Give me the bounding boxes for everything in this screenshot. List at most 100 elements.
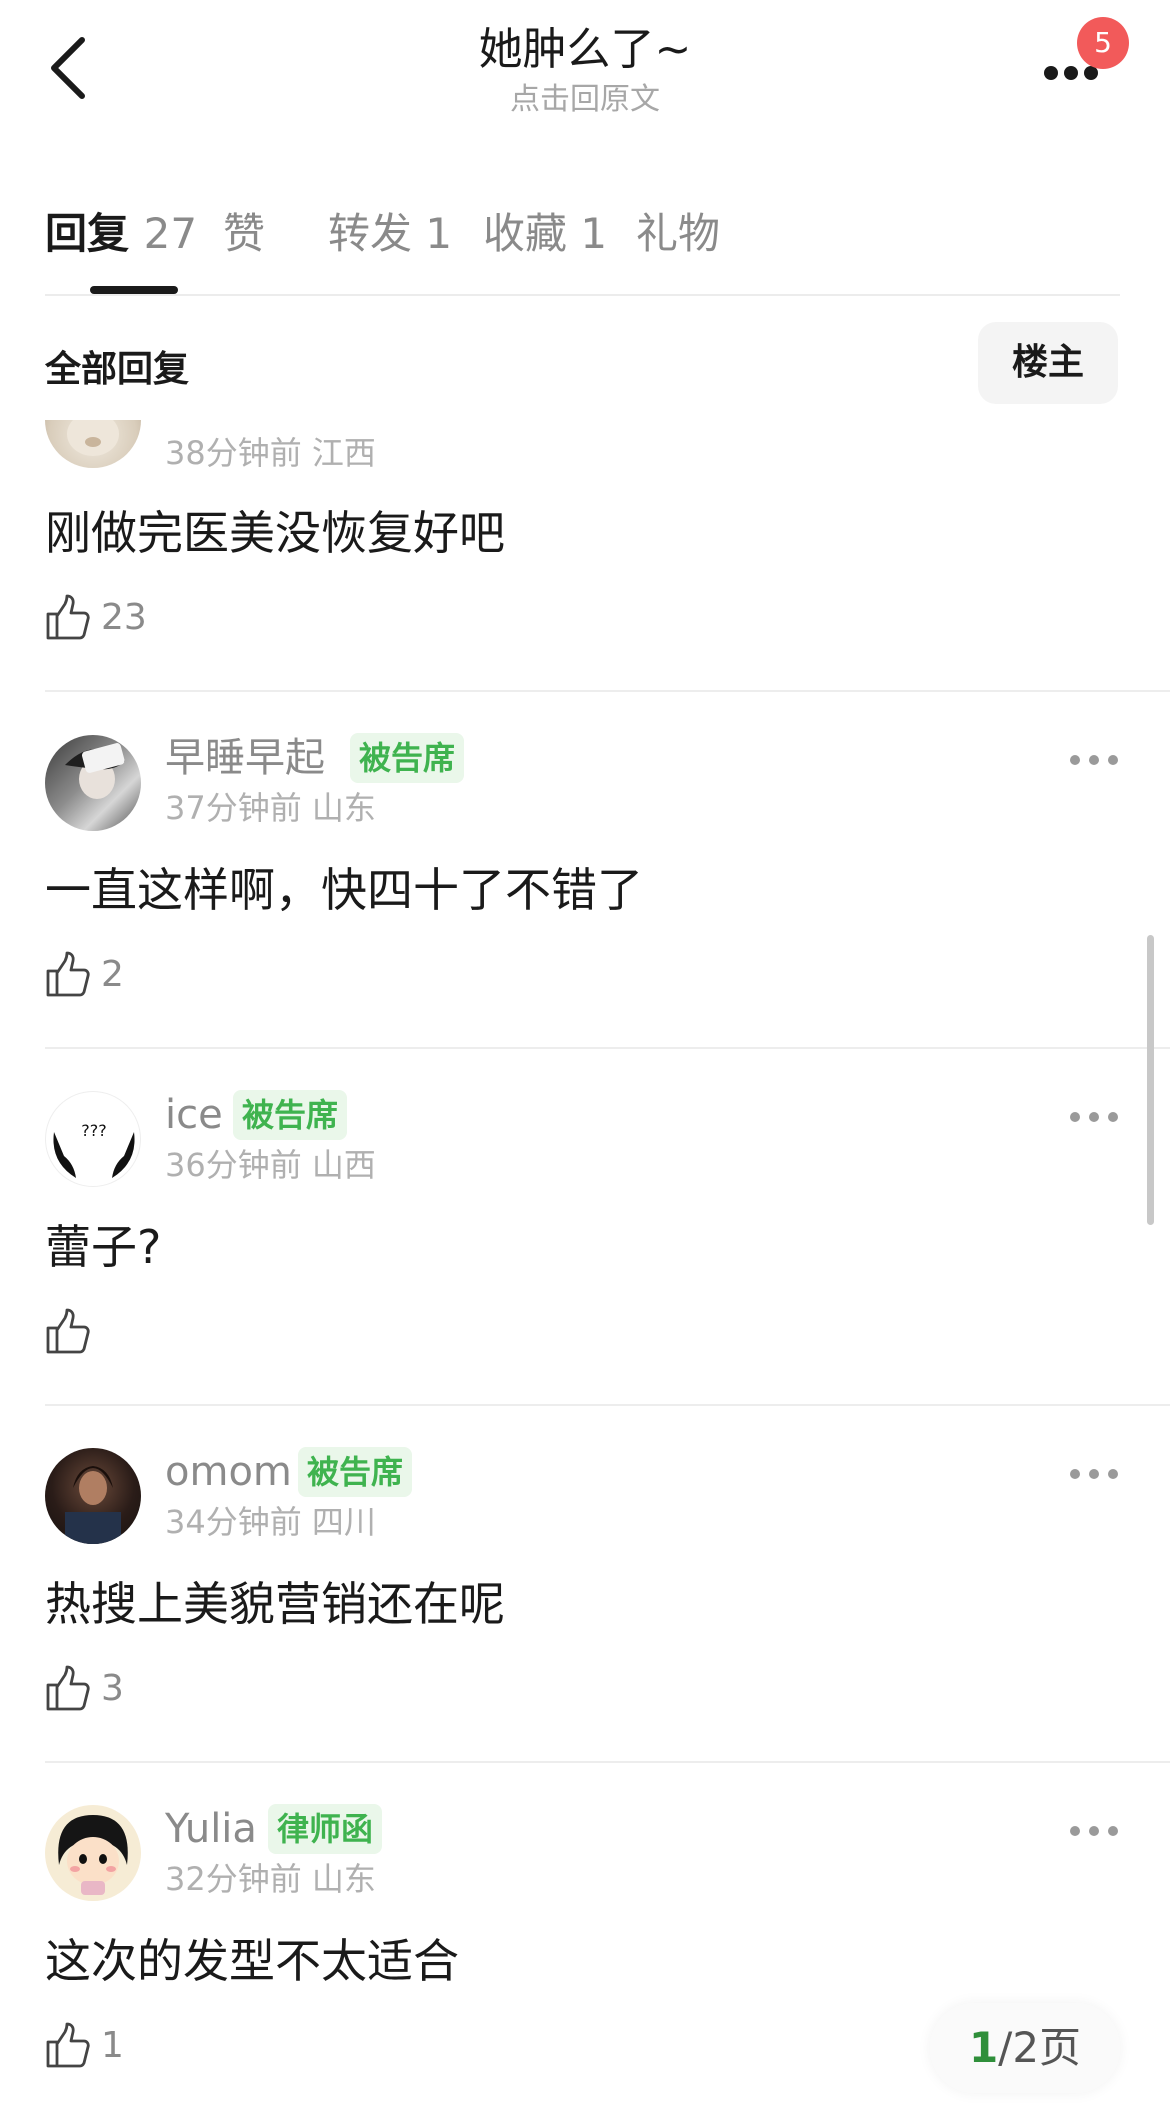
comment-username[interactable]: 早睡早起	[165, 733, 325, 783]
avatar[interactable]	[45, 1805, 141, 1901]
comment-text[interactable]: 蕾子?	[45, 1217, 161, 1277]
avatar[interactable]	[45, 735, 141, 831]
more-dot-icon	[1108, 755, 1118, 765]
divider	[45, 1047, 1170, 1049]
comment-text[interactable]: 一直这样啊，快四十了不错了	[45, 860, 643, 920]
more-dot-icon	[1044, 66, 1058, 80]
more-dot-icon	[1089, 1469, 1099, 1479]
comment-meta: 32分钟前 山东	[165, 1859, 376, 1899]
comment-location: 江西	[311, 434, 376, 472]
avatar-image-icon: ???	[53, 1121, 135, 1178]
like-count: 23	[101, 597, 147, 638]
comment-more-button[interactable]	[1070, 750, 1118, 770]
avatar[interactable]: ???	[45, 1091, 141, 1187]
tab-replies[interactable]: 回复 27	[45, 200, 197, 261]
comment-location: 山东	[311, 1860, 376, 1898]
comment-time: 32分钟前	[165, 1860, 302, 1898]
comment-location: 四川	[311, 1503, 376, 1541]
comment-meta: 36分钟前 山西	[165, 1145, 376, 1185]
more-dot-icon	[1108, 1826, 1118, 1836]
more-dot-icon	[1070, 755, 1080, 765]
tab-gifts[interactable]: 礼物	[636, 200, 720, 261]
comment-meta: 34分钟前 四川	[165, 1502, 376, 1542]
chevron-left-icon	[51, 37, 85, 99]
comment-meta: 37分钟前 山东	[165, 788, 376, 828]
comment-location: 山西	[311, 1146, 376, 1184]
comment-more-button[interactable]	[1070, 1821, 1118, 1841]
like-count: 1	[101, 2025, 124, 2066]
more-dot-icon	[1089, 1112, 1099, 1122]
divider	[45, 294, 1120, 296]
owner-filter-button[interactable]: 楼主	[978, 322, 1118, 404]
role-tag[interactable]: 被告席	[233, 1090, 348, 1140]
thumbs-up-icon	[46, 1308, 90, 1354]
tab-label: 回复	[45, 209, 130, 258]
more-dot-icon	[1108, 1469, 1118, 1479]
scrollbar[interactable]	[1147, 935, 1154, 1225]
tab-likes[interactable]: 赞	[223, 200, 265, 261]
role-tag[interactable]: 被告席	[298, 1447, 413, 1497]
comment-text[interactable]: 热搜上美貌营销还在呢	[45, 1574, 505, 1634]
more-dot-icon	[1070, 1469, 1080, 1479]
avatar[interactable]	[45, 420, 141, 468]
divider	[45, 1404, 1170, 1406]
title-block[interactable]: 她肿么了~ 点击回原文	[335, 20, 835, 120]
notification-badge: 5	[1077, 17, 1129, 69]
tab-count: 27	[143, 209, 198, 258]
more-dot-icon	[1070, 1112, 1080, 1122]
divider	[45, 1761, 1170, 1763]
comment-time: 38分钟前	[165, 434, 302, 472]
avatar[interactable]	[45, 1448, 141, 1544]
comment-username[interactable]: omom	[165, 1447, 292, 1497]
tab-label: 礼物	[636, 209, 721, 258]
avatar-image-icon	[58, 1815, 128, 1895]
avatar-image-icon	[65, 1466, 121, 1544]
comment-username[interactable]: ice	[165, 1090, 223, 1140]
active-tab-indicator	[90, 286, 178, 294]
role-tag[interactable]: 被告席	[350, 733, 465, 783]
tab-count: 1	[425, 209, 453, 258]
tab-label: 转发	[328, 209, 413, 258]
current-page: 1	[968, 2023, 999, 2072]
tab-label: 赞	[223, 209, 266, 258]
all-replies-heading: 全部回复	[45, 349, 190, 390]
role-tag[interactable]: 律师函	[268, 1804, 383, 1854]
tab-count: 1	[580, 209, 608, 258]
comment-username[interactable]: Yulia	[165, 1804, 257, 1854]
back-to-original-link[interactable]: 点击回原文	[335, 80, 835, 120]
thumbs-up-icon	[46, 594, 90, 640]
more-dot-icon	[1070, 1826, 1080, 1836]
comment-location: 山东	[311, 789, 376, 827]
page-indicator[interactable]: 1/2页	[930, 2003, 1120, 2093]
comment-time: 34分钟前	[165, 1503, 302, 1541]
avatar-image-icon	[67, 420, 119, 456]
avatar-image-icon	[65, 743, 125, 799]
tab-reposts[interactable]: 转发 1	[328, 200, 452, 261]
like-count: 3	[101, 1668, 124, 1709]
divider	[45, 690, 1170, 692]
more-dot-icon	[1108, 1112, 1118, 1122]
comment-text[interactable]: 刚做完医美没恢复好吧	[45, 503, 505, 563]
thumbs-up-icon	[46, 2022, 90, 2068]
total-pages: /2页	[998, 2023, 1082, 2072]
tab-bar: 回复 27 赞 转发 1 收藏 1 礼物	[0, 190, 1170, 300]
comment-more-button[interactable]	[1070, 1107, 1118, 1127]
comment-time: 36分钟前	[165, 1146, 302, 1184]
comment-meta: 38分钟前 江西	[165, 433, 376, 473]
tab-favorites[interactable]: 收藏 1	[483, 200, 607, 261]
tab-label: 收藏	[483, 209, 568, 258]
header-bar: 她肿么了~ 点击回原文 5	[0, 0, 1170, 140]
thumbs-up-icon	[46, 951, 90, 997]
comment-text[interactable]: 这次的发型不太适合	[45, 1931, 459, 1991]
avatar-clip	[45, 420, 141, 468]
more-dot-icon	[1089, 1826, 1099, 1836]
thumbs-up-icon	[46, 1665, 90, 1711]
page-title: 她肿么了~	[478, 24, 692, 75]
more-dot-icon	[1064, 66, 1078, 80]
avatar-caption: ???	[81, 1121, 106, 1140]
back-button[interactable]	[40, 32, 100, 102]
more-dot-icon	[1089, 755, 1099, 765]
comment-more-button[interactable]	[1070, 1464, 1118, 1484]
like-count: 2	[101, 954, 124, 995]
comment-time: 37分钟前	[165, 789, 302, 827]
